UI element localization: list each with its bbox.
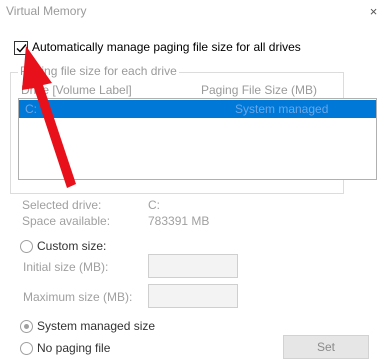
red-arrow-annotation-icon (22, 46, 76, 188)
